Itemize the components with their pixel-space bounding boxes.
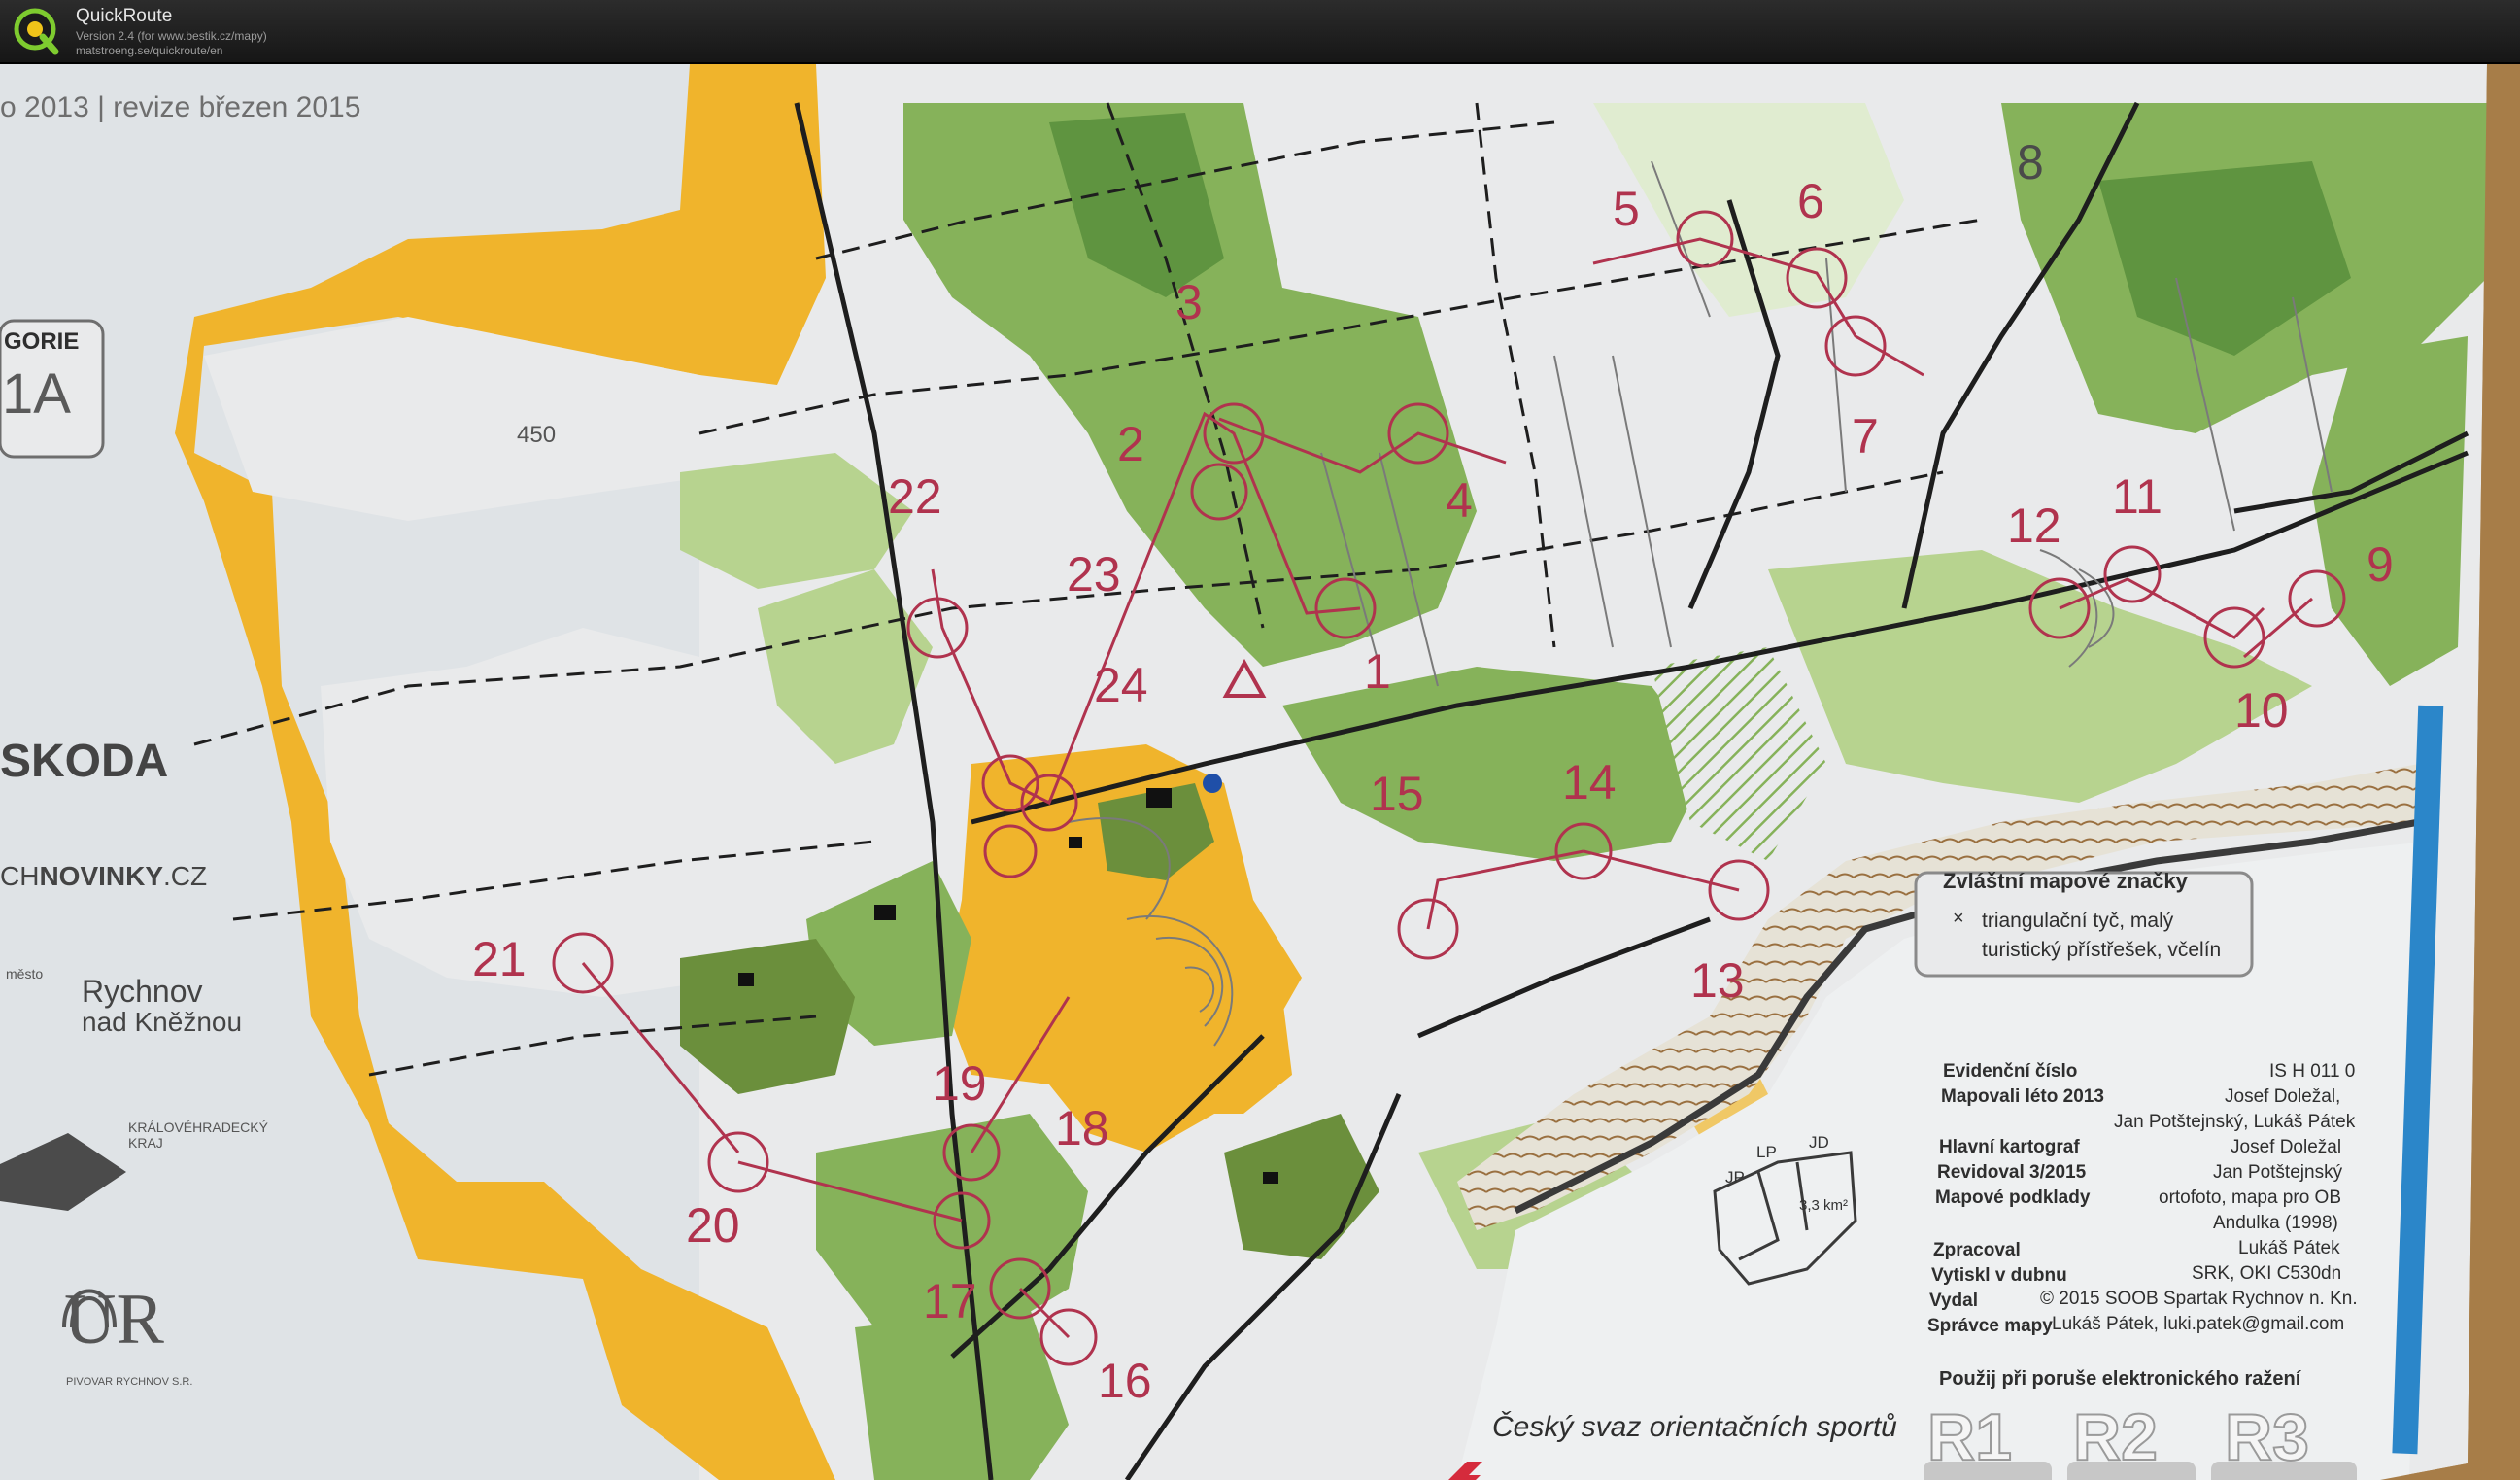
control-number-7: 7 — [1852, 409, 1879, 464]
info-cartographer-value: Josef Doležal — [2231, 1137, 2342, 1157]
control-number-16: 16 — [1098, 1354, 1152, 1408]
info-mapped-label: Mapovali léto 2013 — [1941, 1086, 2104, 1107]
control-number-24: 24 — [1094, 658, 1148, 712]
info-evidence-value: IS H 011 0 — [2269, 1061, 2356, 1082]
info-admin-label: Správce mapy — [1927, 1316, 2053, 1336]
title-bar: QuickRoute Version 2.4 (for www.bestik.c… — [0, 0, 2520, 64]
control-number-9: 9 — [2367, 537, 2394, 592]
rychnov-line2: nad Kněžnou — [82, 1007, 243, 1037]
novinky-prefix: CH — [0, 861, 40, 891]
category-value: 1A — [2, 362, 71, 426]
map-header-text: o 2013 | revize březen 2015 — [0, 91, 361, 123]
info-published-label: Vydal — [1929, 1291, 1978, 1311]
skoda-sponsor: SKODA — [0, 736, 169, 787]
special-symbols-title: Zvláštní mapové značky — [1943, 869, 2188, 893]
control-number-1: 1 — [1364, 644, 1391, 699]
version-text: Version 2.4 (for www.bestik.cz/mapy) — [76, 29, 267, 43]
info-revised-label: Revidoval 3/2015 — [1937, 1162, 2087, 1183]
special-symbols-line2: turistický přístřešek, včelín — [1982, 939, 2222, 961]
info-processed-label: Zpracoval — [1933, 1240, 2021, 1260]
control-number-23: 23 — [1067, 547, 1121, 602]
kraj-line1: KRÁLOVÉHRADECKÝ — [128, 1119, 268, 1135]
area-size: 3,3 km² — [1799, 1197, 1849, 1214]
control-number-14: 14 — [1562, 755, 1617, 809]
control-number-6: 6 — [1797, 174, 1824, 228]
control-number-3: 3 — [1175, 275, 1203, 329]
backup-box-r3: R3 — [2224, 1399, 2310, 1475]
category-label: GORIE — [4, 328, 80, 355]
control-number-12: 12 — [2007, 499, 2061, 553]
special-symbols-line1: triangulační tyč, malý — [1982, 910, 2174, 932]
info-admin-value: Lukáš Pátek, luki.patek@gmail.com — [2052, 1314, 2345, 1334]
info-mapped-value1: Josef Doležal, — [2225, 1086, 2341, 1107]
window-title: QuickRoute — [76, 6, 173, 26]
control-number-20: 20 — [686, 1198, 740, 1253]
orienteering-map — [0, 64, 2520, 1480]
control-number-21: 21 — [472, 932, 527, 986]
novinky-suffix: .CZ — [163, 861, 208, 891]
map-viewport[interactable]: o 2013 | revize březen 2015 GORIE 1A 450… — [0, 64, 2520, 1480]
quickroute-logo-icon — [14, 8, 59, 55]
mesto-label: město — [6, 966, 44, 981]
special-symbol-cross: × — [1953, 908, 1964, 929]
area-label-jd: JD — [1809, 1133, 1829, 1152]
control-number-15: 15 — [1370, 767, 1424, 821]
backup-box-r1: R1 — [1926, 1399, 2013, 1475]
area-label-jp: JP — [1725, 1168, 1745, 1187]
kraj-line2: KRAJ — [128, 1135, 163, 1151]
control-number-4: 4 — [1446, 473, 1473, 528]
novinky-sponsor: CHNOVINKY.CZ — [0, 861, 207, 892]
area-label-lp: LP — [1756, 1143, 1777, 1161]
control-number-13: 13 — [1690, 953, 1745, 1008]
rychnov-line1: Rychnov — [82, 974, 203, 1009]
control-number-8: 8 — [2017, 135, 2044, 189]
control-number-17: 17 — [923, 1274, 977, 1328]
control-number-19: 19 — [933, 1056, 987, 1111]
info-published-value: © 2015 SOOB Spartak Rychnov n. Kn. — [2040, 1289, 2358, 1309]
info-base-label: Mapové podklady — [1935, 1187, 2091, 1208]
control-number-11: 11 — [2112, 469, 2162, 524]
info-processed-value: Lukáš Pátek — [2238, 1238, 2340, 1258]
info-base-value1: ortofoto, mapa pro OB — [2159, 1187, 2341, 1208]
info-mapped-value2: Jan Potštejnský, Lukáš Pátek — [2114, 1112, 2356, 1132]
info-printed-label: Vytiskl v dubnu — [1931, 1265, 2067, 1286]
federation-name: Český svaz orientačních sportů — [1492, 1411, 1897, 1443]
control-number-18: 18 — [1055, 1101, 1109, 1155]
contour-height-label: 450 — [517, 422, 557, 448]
brewery-logo: UR — [64, 1280, 164, 1360]
control-number-2: 2 — [1117, 417, 1144, 471]
quickroute-window: QuickRoute Version 2.4 (for www.bestik.c… — [0, 0, 2520, 1480]
info-printed-value: SRK, OKI C530dn — [2192, 1263, 2342, 1284]
website-url: matstroeng.se/quickroute/en — [76, 44, 223, 57]
info-revised-value: Jan Potštejnský — [2213, 1162, 2343, 1183]
backup-box-r2: R2 — [2072, 1399, 2159, 1475]
control-number-22: 22 — [888, 469, 942, 524]
control-number-5: 5 — [1613, 182, 1640, 236]
novinky-bold: NOVINKY — [39, 861, 164, 891]
info-base-value2: Andulka (1998) — [2213, 1213, 2338, 1233]
brewery-name: PIVOVAR RYCHNOV S.R. — [66, 1376, 193, 1388]
info-evidence-label: Evidenční číslo — [1943, 1061, 2078, 1082]
failure-note: Použij při poruše elektronického ražení — [1939, 1368, 2301, 1390]
info-cartographer-label: Hlavní kartograf — [1939, 1137, 2080, 1157]
control-number-10: 10 — [2234, 683, 2289, 738]
